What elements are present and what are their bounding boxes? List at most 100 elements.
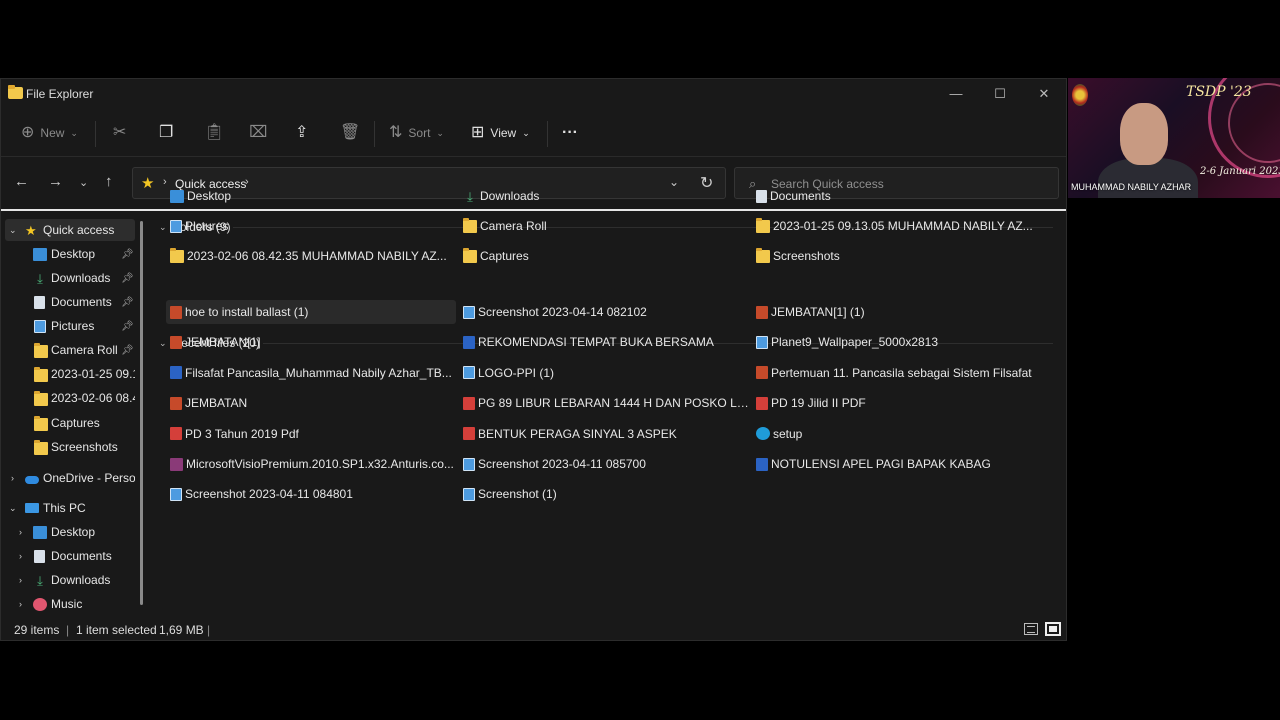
recent-locations-chevron-icon[interactable]: ⌄ bbox=[79, 176, 88, 189]
ppt-icon bbox=[756, 305, 768, 319]
sidebar-item-pc-documents[interactable]: › Documents bbox=[5, 545, 135, 567]
back-arrow-icon[interactable]: ← bbox=[14, 173, 29, 190]
sidebar-item-onedrive[interactable]: › OneDrive - Person bbox=[5, 467, 135, 489]
sort-label: Sort bbox=[408, 126, 431, 140]
recent-file-item[interactable]: BENTUK PERAGA SINYAL 3 ASPEK bbox=[459, 422, 749, 446]
recent-file-item[interactable]: LOGO-PPI (1) bbox=[459, 361, 749, 385]
details-view-icon[interactable] bbox=[1024, 623, 1038, 635]
recent-file-item[interactable]: Screenshot 2023-04-11 084801 bbox=[166, 482, 456, 506]
close-button[interactable]: ✕ bbox=[1022, 83, 1066, 105]
sidebar-item-pictures[interactable]: Pictures 📌︎ bbox=[5, 315, 135, 337]
folder-item[interactable]: Captures bbox=[459, 244, 749, 268]
chevron-down-icon[interactable]: ⌄ bbox=[9, 503, 17, 514]
sidebar-item-downloads[interactable]: ⤓ Downloads 📌︎ bbox=[5, 267, 135, 289]
sidebar-label: Documents bbox=[51, 549, 112, 563]
pin-icon[interactable]: 📌︎ bbox=[121, 321, 134, 332]
recent-file-item-label: Filsafat Pancasila_Muhammad Nabily Azhar… bbox=[185, 365, 452, 380]
recent-file-item[interactable]: Screenshot 2023-04-11 085700 bbox=[459, 452, 749, 476]
chevron-right-icon[interactable]: › bbox=[19, 527, 22, 537]
img-icon bbox=[463, 366, 475, 380]
pin-icon[interactable]: 📌︎ bbox=[121, 297, 134, 308]
sidebar-item-folder-2023-01-25[interactable]: 2023-01-25 09.1 bbox=[5, 363, 135, 385]
sidebar-item-captures[interactable]: Captures bbox=[5, 412, 135, 434]
computer-icon bbox=[25, 503, 39, 513]
folder-icon bbox=[463, 247, 477, 263]
recent-file-item-label: Planet9_Wallpaper_5000x2813 bbox=[771, 335, 939, 350]
up-arrow-icon[interactable]: ↑ bbox=[105, 173, 113, 190]
folder-item-label: 2023-01-25 09.13.05 MUHAMMAD NABILY AZ..… bbox=[773, 219, 1033, 233]
share-button[interactable]: ⇪ bbox=[295, 123, 308, 143]
chevron-right-icon[interactable]: › bbox=[19, 599, 22, 609]
chevron-down-icon[interactable]: ⌄ bbox=[9, 225, 17, 236]
recent-file-item-label: MicrosoftVisioPremium.2010.SP1.x32.Antur… bbox=[186, 457, 454, 471]
folder-item[interactable]: ⤓ Downloads bbox=[459, 184, 749, 208]
sidebar-item-camera-roll[interactable]: Camera Roll 📌︎ bbox=[5, 339, 135, 361]
folder-icon bbox=[463, 217, 477, 233]
tiles-view-icon[interactable] bbox=[1045, 622, 1061, 636]
recent-file-item[interactable]: Screenshot 2023-04-14 082102 bbox=[459, 300, 749, 324]
sidebar-label: Captures bbox=[51, 416, 100, 430]
minimize-button[interactable]: — bbox=[934, 83, 978, 105]
maximize-button[interactable]: ☐ bbox=[978, 83, 1022, 105]
paste-button[interactable]: 📋︎ bbox=[204, 123, 224, 143]
sidebar-item-this-pc[interactable]: ⌄ This PC bbox=[5, 497, 135, 519]
cut-button[interactable]: ✂ bbox=[113, 123, 126, 143]
recent-file-item-label: setup bbox=[773, 426, 803, 441]
folder-icon bbox=[756, 247, 770, 263]
sidebar-item-pc-music[interactable]: › Music bbox=[5, 593, 135, 615]
folder-item[interactable]: Camera Roll bbox=[459, 214, 749, 238]
recent-file-item[interactable]: JEMBATAN[1] (1) bbox=[752, 300, 1042, 324]
img-icon bbox=[756, 335, 768, 349]
recent-file-item-label: PG 89 LIBUR LEBARAN 1444 H DAN POSKO LE.… bbox=[478, 396, 749, 411]
recent-file-item[interactable]: REKOMENDASI TEMPAT BUKA BERSAMA bbox=[459, 330, 749, 354]
chevron-right-icon[interactable]: › bbox=[19, 551, 22, 561]
pin-icon[interactable]: 📌︎ bbox=[121, 345, 134, 356]
pin-icon[interactable]: 📌︎ bbox=[121, 273, 134, 284]
sidebar-label: Pictures bbox=[51, 319, 95, 333]
recent-file-item[interactable]: NOTULENSI APEL PAGI BAPAK KABAG bbox=[752, 452, 1042, 476]
folder-item[interactable]: Screenshots bbox=[752, 244, 1042, 268]
recent-file-item[interactable]: Filsafat Pancasila_Muhammad Nabily Azhar… bbox=[166, 361, 456, 385]
folder-item[interactable]: Desktop bbox=[166, 184, 456, 208]
recent-file-item-label: REKOMENDASI TEMPAT BUKA BERSAMA bbox=[478, 335, 714, 350]
recent-file-item[interactable]: Pertemuan 11. Pancasila sebagai Sistem F… bbox=[752, 361, 1042, 385]
pin-icon[interactable]: 📌︎ bbox=[121, 249, 134, 260]
forward-arrow-icon[interactable]: → bbox=[48, 173, 63, 190]
recent-file-item[interactable]: PG 89 LIBUR LEBARAN 1444 H DAN POSKO LE.… bbox=[459, 391, 749, 415]
folder-item[interactable]: 2023-01-25 09.13.05 MUHAMMAD NABILY AZ..… bbox=[752, 214, 1042, 238]
chevron-right-icon[interactable]: › bbox=[19, 575, 22, 585]
recent-file-item[interactable]: JEMBATAN bbox=[166, 391, 456, 415]
rename-button[interactable]: ⌧ bbox=[249, 123, 267, 143]
new-button[interactable]: ⊕ New ⌄ bbox=[21, 123, 78, 143]
recent-file-item[interactable]: JEMBATAN[1] bbox=[166, 330, 456, 354]
recent-file-item[interactable]: PD 3 Tahun 2019 Pdf bbox=[166, 422, 456, 446]
sidebar-item-folder-2023-02-06[interactable]: 2023-02-06 08.4 bbox=[5, 387, 135, 409]
sidebar-item-pc-desktop[interactable]: › Desktop bbox=[5, 521, 135, 543]
sidebar-item-documents[interactable]: Documents 📌︎ bbox=[5, 291, 135, 313]
sidebar-item-screenshots[interactable]: Screenshots bbox=[5, 436, 135, 458]
toolbar-separator bbox=[95, 121, 96, 147]
copy-button[interactable]: ❐ bbox=[159, 123, 173, 143]
sidebar-scrollbar[interactable] bbox=[140, 221, 143, 605]
sidebar-label: Screenshots bbox=[51, 440, 118, 454]
folder-item[interactable]: Pictures bbox=[166, 214, 456, 238]
grid-icon: ⊞ bbox=[471, 124, 485, 141]
recent-file-item[interactable]: Screenshot (1) bbox=[459, 482, 749, 506]
recent-file-item[interactable]: hoe to install ballast (1) bbox=[166, 300, 456, 324]
chevron-right-icon[interactable]: › bbox=[11, 473, 14, 483]
recent-file-item[interactable]: Planet9_Wallpaper_5000x2813 bbox=[752, 330, 1042, 354]
recent-file-item[interactable]: setup bbox=[752, 422, 1042, 446]
sidebar-item-pc-downloads[interactable]: › ⤓ Downloads bbox=[5, 569, 135, 591]
sidebar-item-desktop[interactable]: Desktop 📌︎ bbox=[5, 243, 135, 265]
folder-item[interactable]: 2023-02-06 08.42.35 MUHAMMAD NABILY AZ..… bbox=[166, 244, 456, 268]
more-options-button[interactable]: ··· bbox=[562, 123, 578, 143]
view-button[interactable]: ⊞ View ⌄ bbox=[471, 123, 530, 143]
recent-file-item[interactable]: PD 19 Jilid II PDF bbox=[752, 391, 1042, 415]
sidebar-label: Downloads bbox=[51, 573, 111, 587]
folder-item-label: Captures bbox=[480, 249, 529, 263]
sort-button[interactable]: ⇅ Sort ⌄ bbox=[389, 123, 444, 143]
delete-button[interactable]: 🗑︎ bbox=[340, 123, 360, 143]
folder-item[interactable]: Documents bbox=[752, 184, 1042, 208]
recent-file-item[interactable]: MicrosoftVisioPremium.2010.SP1.x32.Antur… bbox=[166, 452, 456, 476]
sidebar-item-quick-access[interactable]: ⌄ ★ Quick access bbox=[5, 219, 135, 241]
